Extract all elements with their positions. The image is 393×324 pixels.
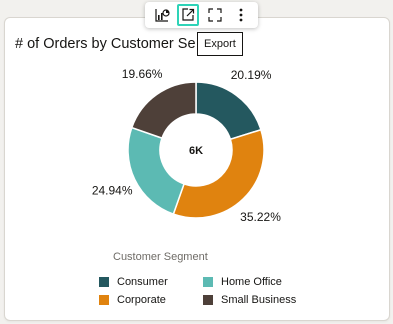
legend-item-consumer[interactable]: Consumer (99, 276, 168, 288)
fullscreen-icon (208, 8, 222, 22)
legend-label: Corporate (117, 294, 166, 306)
legend-item-home-office[interactable]: Home Office (203, 276, 282, 288)
stage: # of Orders by Customer Se Export 20.19%… (0, 0, 393, 324)
data-label: 35.22% (240, 210, 281, 224)
legend-label: Home Office (221, 276, 282, 288)
center-total-label: 6K (189, 145, 203, 157)
data-label: 20.19% (231, 68, 272, 82)
data-label: 24.94% (92, 183, 133, 197)
fullscreen-button[interactable] (204, 4, 226, 26)
legend-swatch (99, 295, 109, 305)
slice-consumer[interactable] (195, 81, 262, 141)
legend-title: Customer Segment (113, 251, 208, 263)
slice-small-business[interactable] (130, 81, 197, 140)
chart-type-button[interactable] (151, 4, 173, 26)
export-button[interactable] (177, 4, 200, 26)
more-options-icon (239, 8, 243, 22)
legend-label: Consumer (117, 276, 168, 288)
export-tooltip: Export (197, 32, 243, 56)
data-label: 19.66% (122, 67, 163, 81)
slice-corporate[interactable] (172, 128, 265, 219)
legend-label: Small Business (221, 294, 297, 306)
legend-item-small-business[interactable]: Small Business (203, 294, 296, 306)
legend-swatch (203, 295, 213, 305)
slice-home-office[interactable] (127, 126, 185, 216)
legend-swatch (203, 277, 213, 287)
legend-swatch (99, 277, 109, 287)
chart-type-icon (155, 9, 170, 22)
more-options-button[interactable] (230, 4, 252, 26)
card-toolbar (145, 2, 258, 28)
legend-item-corporate[interactable]: Corporate (99, 294, 166, 306)
export-icon (182, 8, 195, 21)
